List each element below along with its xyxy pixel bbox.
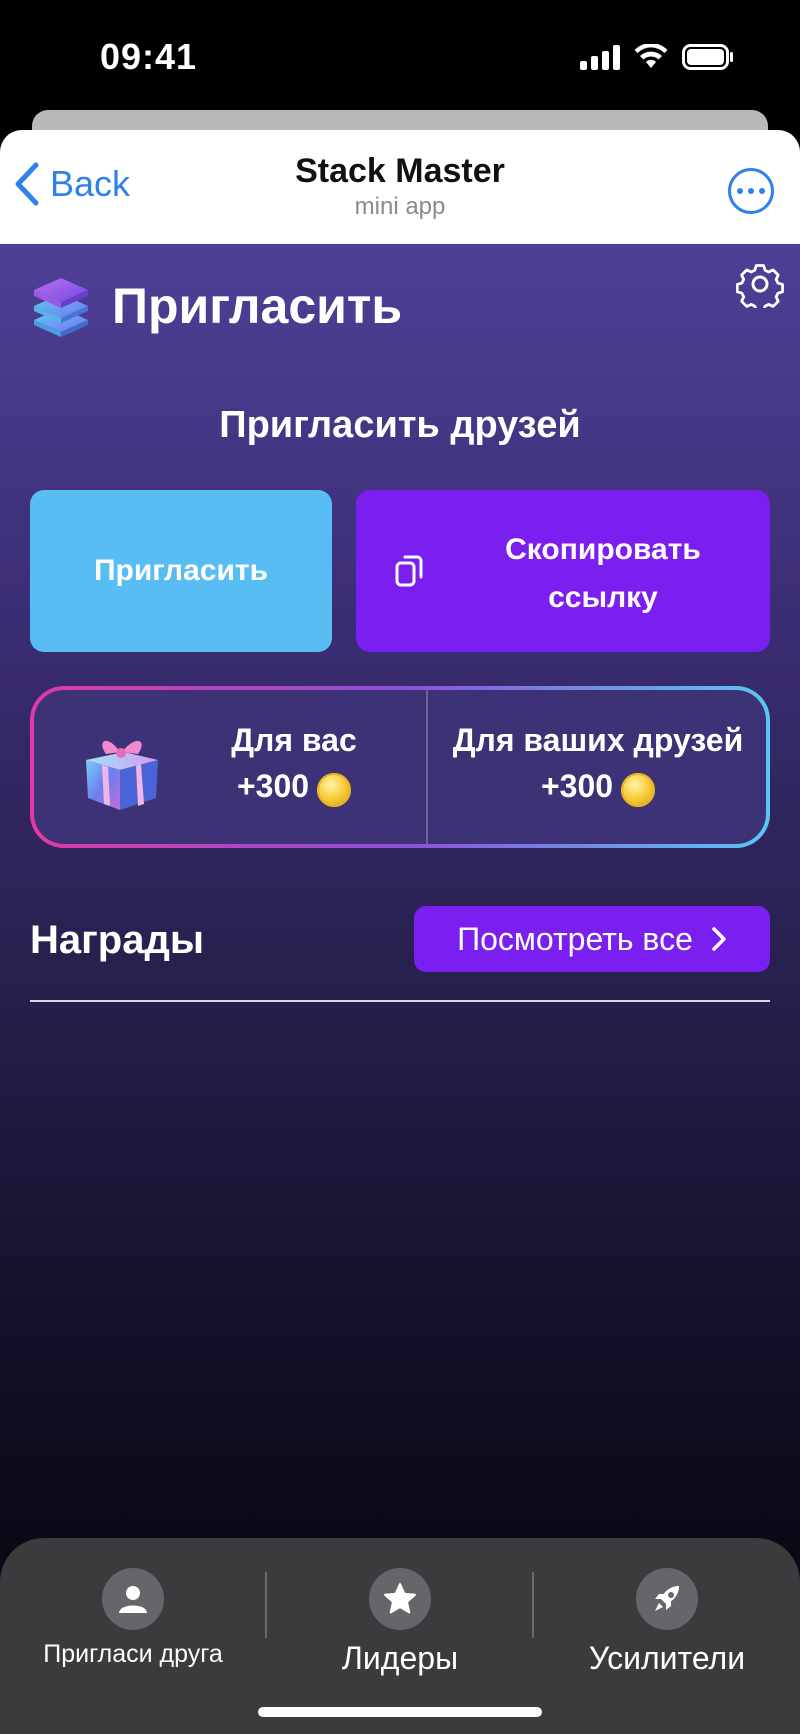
app-header: Back Stack Master mini app [0, 130, 800, 244]
more-dot-icon [759, 188, 765, 194]
home-indicator[interactable] [258, 1707, 542, 1717]
more-options-button[interactable] [728, 168, 774, 214]
gift-icon [86, 740, 158, 810]
copy-link-label-line1: Скопировать [505, 533, 701, 566]
copy-icon [395, 555, 423, 587]
nav-item-invite-friend[interactable]: Пригласи друга [3, 1568, 263, 1669]
battery-icon [682, 44, 733, 70]
cellular-signal-icon [580, 44, 620, 70]
app-title: Stack Master [295, 152, 505, 190]
status-bar: 09:41 [0, 0, 800, 110]
nav-item-leaders[interactable]: Лидеры [270, 1568, 530, 1677]
reward-for-friends-label: Для ваших друзей [452, 722, 744, 758]
coin-icon [317, 773, 352, 807]
referral-reward-card: Для вас +300 Для ваших друзей +300 [30, 686, 770, 848]
invite-button[interactable]: Пригласить [30, 490, 332, 652]
invite-section-title: Пригласить друзей [219, 404, 581, 446]
settings-gear-icon[interactable] [736, 260, 784, 308]
reward-for-friends-value-wrap: +300 [540, 760, 656, 812]
app-subtitle: mini app [354, 193, 446, 220]
reward-for-you-label: Для вас [231, 722, 357, 758]
nav-separator [532, 1572, 534, 1638]
reward-for-you: Для вас +300 [194, 720, 394, 812]
star-icon [369, 1568, 431, 1630]
copy-link-label: Скопировать ссылку [456, 526, 750, 622]
copy-link-label-line2: ссылку [548, 581, 658, 614]
page-title: Пригласить [112, 278, 403, 334]
user-icon [102, 1568, 164, 1630]
invite-button-label: Пригласить [93, 554, 269, 587]
status-icons [580, 44, 734, 70]
rewards-header: Награды Посмотреть все [30, 904, 770, 976]
rewards-divider [30, 1000, 770, 1002]
status-time: 09:41 [100, 36, 198, 77]
more-dot-icon [748, 188, 754, 194]
reward-divider [426, 690, 428, 844]
chevron-right-icon [712, 927, 726, 951]
rocket-icon [636, 1568, 698, 1630]
view-all-label: Посмотреть все [457, 920, 693, 957]
reward-for-friends: Для ваших друзей +300 [430, 720, 766, 812]
view-all-button[interactable]: Посмотреть все [414, 906, 770, 972]
nav-label-leaders: Лидеры [341, 1640, 459, 1676]
header-titles: Stack Master mini app [0, 152, 800, 221]
page-header: Пригласить [32, 274, 402, 338]
nav-label-invite-friend: Пригласи друга [43, 1640, 223, 1668]
rewards-title: Награды [30, 918, 205, 962]
copy-link-button[interactable]: Скопировать ссылку [356, 490, 770, 652]
reward-for-you-value: +300 [236, 768, 310, 804]
bottom-nav: Пригласи друга Лидеры Усилители [0, 1538, 800, 1734]
more-dot-icon [737, 188, 743, 194]
stack-logo-icon [34, 278, 88, 337]
coin-icon [621, 773, 656, 807]
referral-reward-card-inner: Для вас +300 Для ваших друзей +300 [34, 690, 766, 844]
reward-for-friends-value: +300 [540, 768, 614, 804]
nav-separator [265, 1572, 267, 1638]
reward-for-you-value-wrap: +300 [236, 760, 352, 812]
main-content: Пригласить Пригласить друзей Пригласить … [0, 244, 800, 1734]
nav-label-boosters: Усилители [588, 1640, 746, 1676]
nav-item-boosters[interactable]: Усилители [537, 1568, 797, 1677]
wifi-icon [634, 44, 668, 68]
